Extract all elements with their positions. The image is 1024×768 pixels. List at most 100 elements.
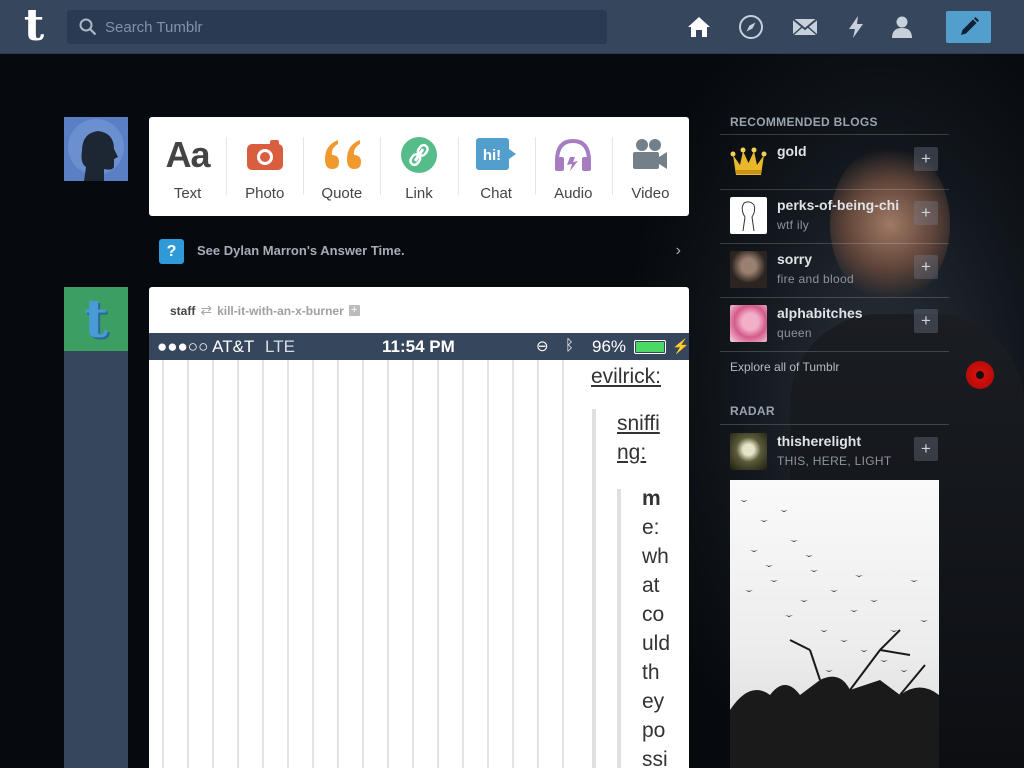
recommended-blog-item[interactable]: perks-of-being-chi wtf ily + (720, 189, 949, 243)
blog-avatar (730, 305, 767, 342)
post-type-label: Text (173, 185, 202, 202)
chevron-right-icon: › (675, 242, 681, 259)
post-username[interactable]: staff (170, 304, 195, 318)
reply-text: co (642, 603, 665, 626)
blog-tagline: queen (777, 326, 812, 340)
phone-status-bar: ●●●○○ AT&T LTE 11:54 PM ⊖ ᛒ 96% ⚡ (149, 333, 689, 360)
post-card: staff ⇄ kill-it-with-an-x-burner + ●●●○○… (149, 287, 689, 768)
search-input[interactable] (105, 10, 595, 44)
blog-avatar (730, 143, 767, 180)
video-camera-icon (633, 139, 668, 169)
reply-text: uld (642, 632, 671, 655)
account-icon[interactable] (888, 13, 916, 41)
post-type-label: Audio (554, 185, 593, 202)
charging-icon: ⚡ (672, 338, 689, 354)
compose-icon (960, 17, 979, 35)
explore-icon[interactable] (737, 13, 765, 41)
blog-name: sorry (777, 251, 813, 267)
post-type-audio[interactable]: Audio (534, 117, 612, 216)
post-type-label: Link (405, 185, 433, 202)
quote-icon (324, 140, 361, 169)
activity-icon[interactable] (842, 13, 870, 41)
follow-button[interactable]: + (914, 437, 938, 461)
top-navigation-bar: t (0, 0, 1024, 54)
clock-text: 11:54 PM (382, 337, 455, 356)
post-type-label: Chat (480, 185, 512, 202)
messages-icon[interactable] (791, 13, 819, 41)
reblog-source[interactable]: kill-it-with-an-x-burner (217, 304, 344, 318)
reply-author[interactable]: sniffi (617, 409, 660, 438)
radar-blog-item[interactable]: thisherelight THIS, HERE, LIGHT + (720, 425, 949, 479)
blog-avatar (730, 197, 767, 234)
birds-tree-image (730, 500, 939, 768)
blog-avatar (730, 251, 767, 288)
battery-percent: 96% (592, 337, 627, 356)
quote-line (592, 409, 596, 768)
blog-avatar (730, 433, 767, 470)
poppy-decoration (966, 361, 994, 389)
post-type-text[interactable]: Aa Text (149, 117, 226, 216)
search-box[interactable] (67, 10, 607, 44)
blog-tagline: fire and blood (777, 272, 854, 286)
recommended-blogs-title: RECOMMENDED BLOGS (730, 115, 878, 129)
answer-time-text: See Dylan Marron's Answer Time. (197, 243, 405, 258)
blog-tagline: THIS, HERE, LIGHT (777, 454, 892, 468)
reply-author[interactable]: evilrick: (591, 362, 661, 391)
divider (720, 351, 949, 352)
user-avatar[interactable] (64, 117, 128, 181)
reply-text: th (642, 661, 660, 684)
recommended-blog-item[interactable]: gold + (720, 135, 949, 189)
reply-author[interactable]: ng: (617, 438, 646, 467)
reply-text: wh (642, 545, 669, 568)
post-type-photo[interactable]: Photo (226, 117, 303, 216)
post-type-label: Photo (245, 185, 285, 202)
camera-icon (246, 140, 283, 170)
carrier-text: ●●●○○ AT&T (157, 337, 255, 356)
post-image: ●●●○○ AT&T LTE 11:54 PM ⊖ ᛒ 96% ⚡ evilri… (149, 333, 689, 768)
svg-text:hi!: hi! (483, 147, 501, 164)
follow-button[interactable]: + (914, 201, 938, 225)
rotation-lock-icon: ⊖ (536, 338, 549, 355)
default-avatar-icon (64, 117, 128, 181)
reblog-icon: ⇄ (200, 302, 213, 318)
headphones-icon (555, 138, 592, 171)
link-icon (400, 137, 437, 173)
chat-icon: hi! (476, 138, 517, 170)
post-type-quote[interactable]: Quote (303, 117, 380, 216)
radar-post-image[interactable] (730, 480, 939, 768)
text-post-icon: Aa (165, 134, 211, 175)
staff-avatar[interactable]: t (64, 287, 128, 351)
blog-name: alphabitches (777, 305, 863, 321)
recommended-blog-item[interactable]: sorry fire and blood + (720, 243, 949, 297)
post-avatar-rail (64, 351, 128, 768)
bluetooth-icon: ᛒ (565, 337, 575, 354)
post-type-video[interactable]: Video (611, 117, 689, 216)
follow-source-button[interactable]: + (348, 305, 360, 316)
home-icon[interactable] (685, 13, 713, 41)
explore-link[interactable]: Explore all of Tumblr (730, 360, 839, 374)
radar-title: RADAR (730, 404, 775, 418)
reply-text: ssi (642, 748, 668, 768)
post-type-bar: Aa Text Photo Quote Link hi! Chat Audio … (149, 117, 689, 216)
quote-line (617, 489, 621, 768)
post-type-label: Quote (321, 185, 363, 202)
blog-name: gold (777, 143, 807, 159)
recommended-blog-item[interactable]: alphabitches queen + (720, 297, 949, 351)
post-type-link[interactable]: Link (380, 117, 457, 216)
follow-button[interactable]: + (914, 255, 938, 279)
search-icon (79, 18, 97, 36)
follow-button[interactable]: + (914, 309, 938, 333)
post-type-label: Video (631, 185, 670, 202)
compose-button[interactable] (946, 11, 991, 43)
post-header: staff ⇄ kill-it-with-an-x-burner + (170, 302, 360, 319)
answer-time-banner[interactable]: ? See Dylan Marron's Answer Time. › (159, 238, 689, 264)
tumblr-logo[interactable]: t (16, 4, 52, 48)
network-text: LTE (265, 337, 295, 356)
reply-text: m (642, 487, 661, 510)
reply-text: at (642, 574, 660, 597)
battery-icon (634, 340, 666, 354)
follow-button[interactable]: + (914, 147, 938, 171)
blog-name: thisherelight (777, 433, 862, 449)
post-type-chat[interactable]: hi! Chat (457, 117, 535, 216)
answer-time-icon: ? (159, 239, 184, 264)
